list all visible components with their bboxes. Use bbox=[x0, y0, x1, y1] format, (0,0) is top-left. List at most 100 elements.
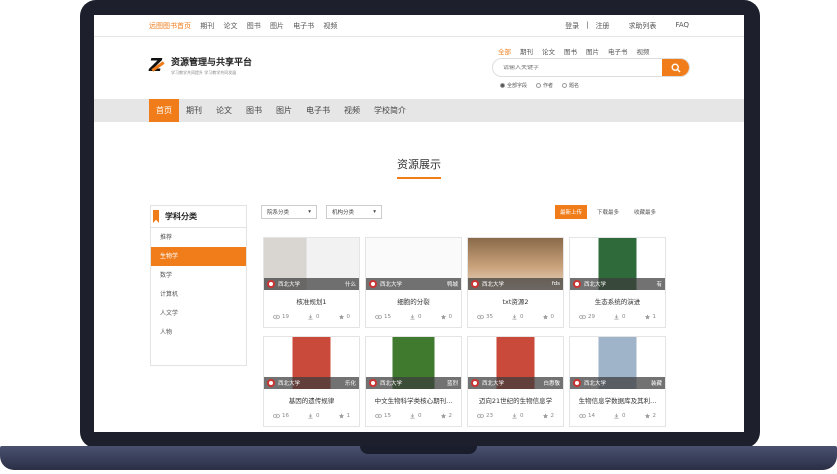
university-logo-icon bbox=[471, 280, 479, 288]
top-link-video[interactable]: 视频 bbox=[323, 22, 337, 30]
resource-thumbnail[interactable]: 西北大学 乐化 bbox=[264, 337, 359, 389]
resource-thumbnail[interactable]: 西北大学 鸭城 bbox=[366, 238, 461, 290]
star-icon bbox=[338, 413, 344, 419]
top-link-home[interactable]: 远图图书首页 bbox=[149, 22, 191, 30]
institution-bar: 西北大学 蓝烈 bbox=[366, 377, 461, 389]
logo-subtitle: 学习教学共同提升 学习教学共同发展 bbox=[171, 70, 237, 75]
star-icon bbox=[338, 314, 344, 320]
institution-name: 西北大学 bbox=[380, 381, 403, 387]
search-tab-thesis[interactable]: 论文 bbox=[542, 46, 555, 56]
sidebar-item-humanities[interactable]: 人文学 bbox=[151, 304, 246, 323]
radio-title[interactable]: 题名 bbox=[562, 82, 579, 89]
star-icon bbox=[542, 413, 548, 419]
top-link-ebooks[interactable]: 电子书 bbox=[293, 22, 314, 30]
register-link[interactable]: 注册 bbox=[595, 21, 609, 31]
eye-icon bbox=[375, 314, 382, 320]
resource-title[interactable]: 生物信息学数据库及其利... bbox=[570, 395, 665, 405]
resource-thumbnail[interactable]: 西北大学 白惠敬 bbox=[468, 337, 563, 389]
search-input[interactable] bbox=[493, 64, 662, 71]
search-button[interactable] bbox=[662, 59, 689, 76]
download-icon bbox=[308, 413, 313, 419]
resource-title[interactable]: 细胞的分裂 bbox=[366, 296, 461, 306]
resource-thumbnail[interactable]: 西北大学 装藏 bbox=[570, 337, 665, 389]
resource-card[interactable]: 西北大学 有 生态系统的演进 29 0 1 bbox=[569, 237, 666, 328]
resource-card[interactable]: 西北大学 白惠敬 迈向21世纪的生物信息学 23 0 2 bbox=[467, 336, 564, 427]
university-logo-icon bbox=[471, 379, 479, 387]
department-filter-select[interactable]: 院系分类 ▾ bbox=[261, 205, 317, 219]
search-tab-journal[interactable]: 期刊 bbox=[520, 46, 533, 56]
radio-all-fields[interactable]: 全部字段 bbox=[500, 82, 527, 89]
search-tab-all[interactable]: 全部 bbox=[498, 46, 511, 56]
resource-stats: 15 0 0 bbox=[366, 314, 461, 320]
resource-card[interactable]: 西北大学 什么 核准规划1 19 0 0 bbox=[263, 237, 360, 328]
radio-dot-icon bbox=[500, 83, 505, 88]
resource-card[interactable]: 西北大学 装藏 生物信息学数据库及其利... 14 0 2 bbox=[569, 336, 666, 427]
faq-link[interactable]: FAQ bbox=[675, 21, 689, 31]
resource-card[interactable]: 西北大学 蓝烈 中文生物科学类核心期刊... 15 0 2 bbox=[365, 336, 462, 427]
sort-newest[interactable]: 最新上传 bbox=[555, 205, 588, 219]
filters: 院系分类 ▾ 机构分类 ▾ bbox=[261, 205, 382, 219]
logo[interactable]: Z 资源管理与共享平台 学习教学共同提升 学习教学共同发展 bbox=[149, 55, 252, 76]
nav-thesis[interactable]: 论文 bbox=[209, 99, 239, 122]
uploader-name: 鸭城 bbox=[446, 282, 458, 288]
nav-video[interactable]: 视频 bbox=[337, 99, 367, 122]
download-count: 0 bbox=[613, 314, 626, 320]
sidebar-title: 学科分类 bbox=[165, 212, 197, 221]
institution-bar: 西北大学 fds bbox=[468, 278, 563, 290]
sidebar-item-recommend[interactable]: 推荐 bbox=[151, 228, 246, 247]
resource-thumbnail[interactable]: 西北大学 fds bbox=[468, 238, 563, 290]
institution-bar: 西北大学 鸭城 bbox=[366, 278, 461, 290]
separator: | bbox=[586, 20, 589, 29]
radio-dot-icon bbox=[562, 83, 568, 88]
institution-name: 西北大学 bbox=[278, 282, 301, 288]
view-count: 35 bbox=[477, 314, 493, 320]
main-nav: 首页 期刊 论文 图书 图片 电子书 视频 学校简介 bbox=[94, 99, 744, 122]
top-link-journal[interactable]: 期刊 bbox=[200, 22, 214, 30]
resource-thumbnail[interactable]: 西北大学 蓝烈 bbox=[366, 337, 461, 389]
resource-title[interactable]: txt资源2 bbox=[468, 296, 563, 306]
institution-filter-select[interactable]: 机构分类 ▾ bbox=[326, 205, 382, 219]
resource-card[interactable]: 西北大学 鸭城 细胞的分裂 15 0 0 bbox=[365, 237, 462, 328]
login-link[interactable]: 登录 bbox=[565, 21, 579, 31]
search-tab-video[interactable]: 视频 bbox=[637, 46, 650, 56]
nav-home[interactable]: 首页 bbox=[149, 99, 179, 122]
search-tab-ebooks[interactable]: 电子书 bbox=[608, 46, 628, 56]
resource-stats: 19 0 0 bbox=[264, 314, 359, 320]
sidebar-item-biology[interactable]: 生物学 bbox=[151, 247, 246, 266]
sort-most-favorited[interactable]: 收藏最多 bbox=[629, 205, 661, 219]
radio-author[interactable]: 作者 bbox=[536, 82, 553, 89]
nav-ebooks[interactable]: 电子书 bbox=[299, 99, 337, 122]
favorite-count: 0 bbox=[542, 314, 554, 320]
sidebar-item-math[interactable]: 数学 bbox=[151, 266, 246, 285]
top-link-books[interactable]: 图书 bbox=[247, 22, 261, 30]
sort-most-downloaded[interactable]: 下载最多 bbox=[592, 205, 624, 219]
resource-thumbnail[interactable]: 西北大学 什么 bbox=[264, 238, 359, 290]
resource-title[interactable]: 中文生物科学类核心期刊... bbox=[366, 395, 461, 405]
view-count: 14 bbox=[579, 413, 595, 419]
help-list-link[interactable]: 求助列表 bbox=[628, 21, 656, 31]
resource-thumbnail[interactable]: 西北大学 有 bbox=[570, 238, 665, 290]
resource-title[interactable]: 基因的遗传规律 bbox=[264, 395, 359, 405]
resource-card[interactable]: 西北大学 fds txt资源2 35 0 0 bbox=[467, 237, 564, 328]
nav-images[interactable]: 图片 bbox=[269, 99, 299, 122]
top-link-images[interactable]: 图片 bbox=[270, 22, 284, 30]
sidebar-item-people[interactable]: 人物 bbox=[151, 323, 246, 342]
search-tab-images[interactable]: 图片 bbox=[586, 46, 599, 56]
section-title: 资源展示 bbox=[397, 158, 441, 171]
download-icon bbox=[308, 314, 313, 320]
star-icon bbox=[644, 314, 650, 320]
nav-journal[interactable]: 期刊 bbox=[179, 99, 209, 122]
nav-school-intro[interactable]: 学校简介 bbox=[367, 99, 413, 122]
favorite-count: 2 bbox=[542, 413, 554, 419]
nav-books[interactable]: 图书 bbox=[239, 99, 269, 122]
search-tab-books[interactable]: 图书 bbox=[564, 46, 577, 56]
sidebar-item-computer[interactable]: 计算机 bbox=[151, 285, 246, 304]
download-icon bbox=[512, 413, 517, 419]
resource-title[interactable]: 核准规划1 bbox=[264, 296, 359, 306]
resource-card[interactable]: 西北大学 乐化 基因的遗传规律 16 0 1 bbox=[263, 336, 360, 427]
top-link-thesis[interactable]: 论文 bbox=[223, 22, 237, 30]
favorite-count: 2 bbox=[644, 413, 656, 419]
logo-z-icon: Z bbox=[149, 56, 167, 75]
resource-title[interactable]: 生态系统的演进 bbox=[570, 296, 665, 306]
resource-title[interactable]: 迈向21世纪的生物信息学 bbox=[468, 395, 563, 405]
